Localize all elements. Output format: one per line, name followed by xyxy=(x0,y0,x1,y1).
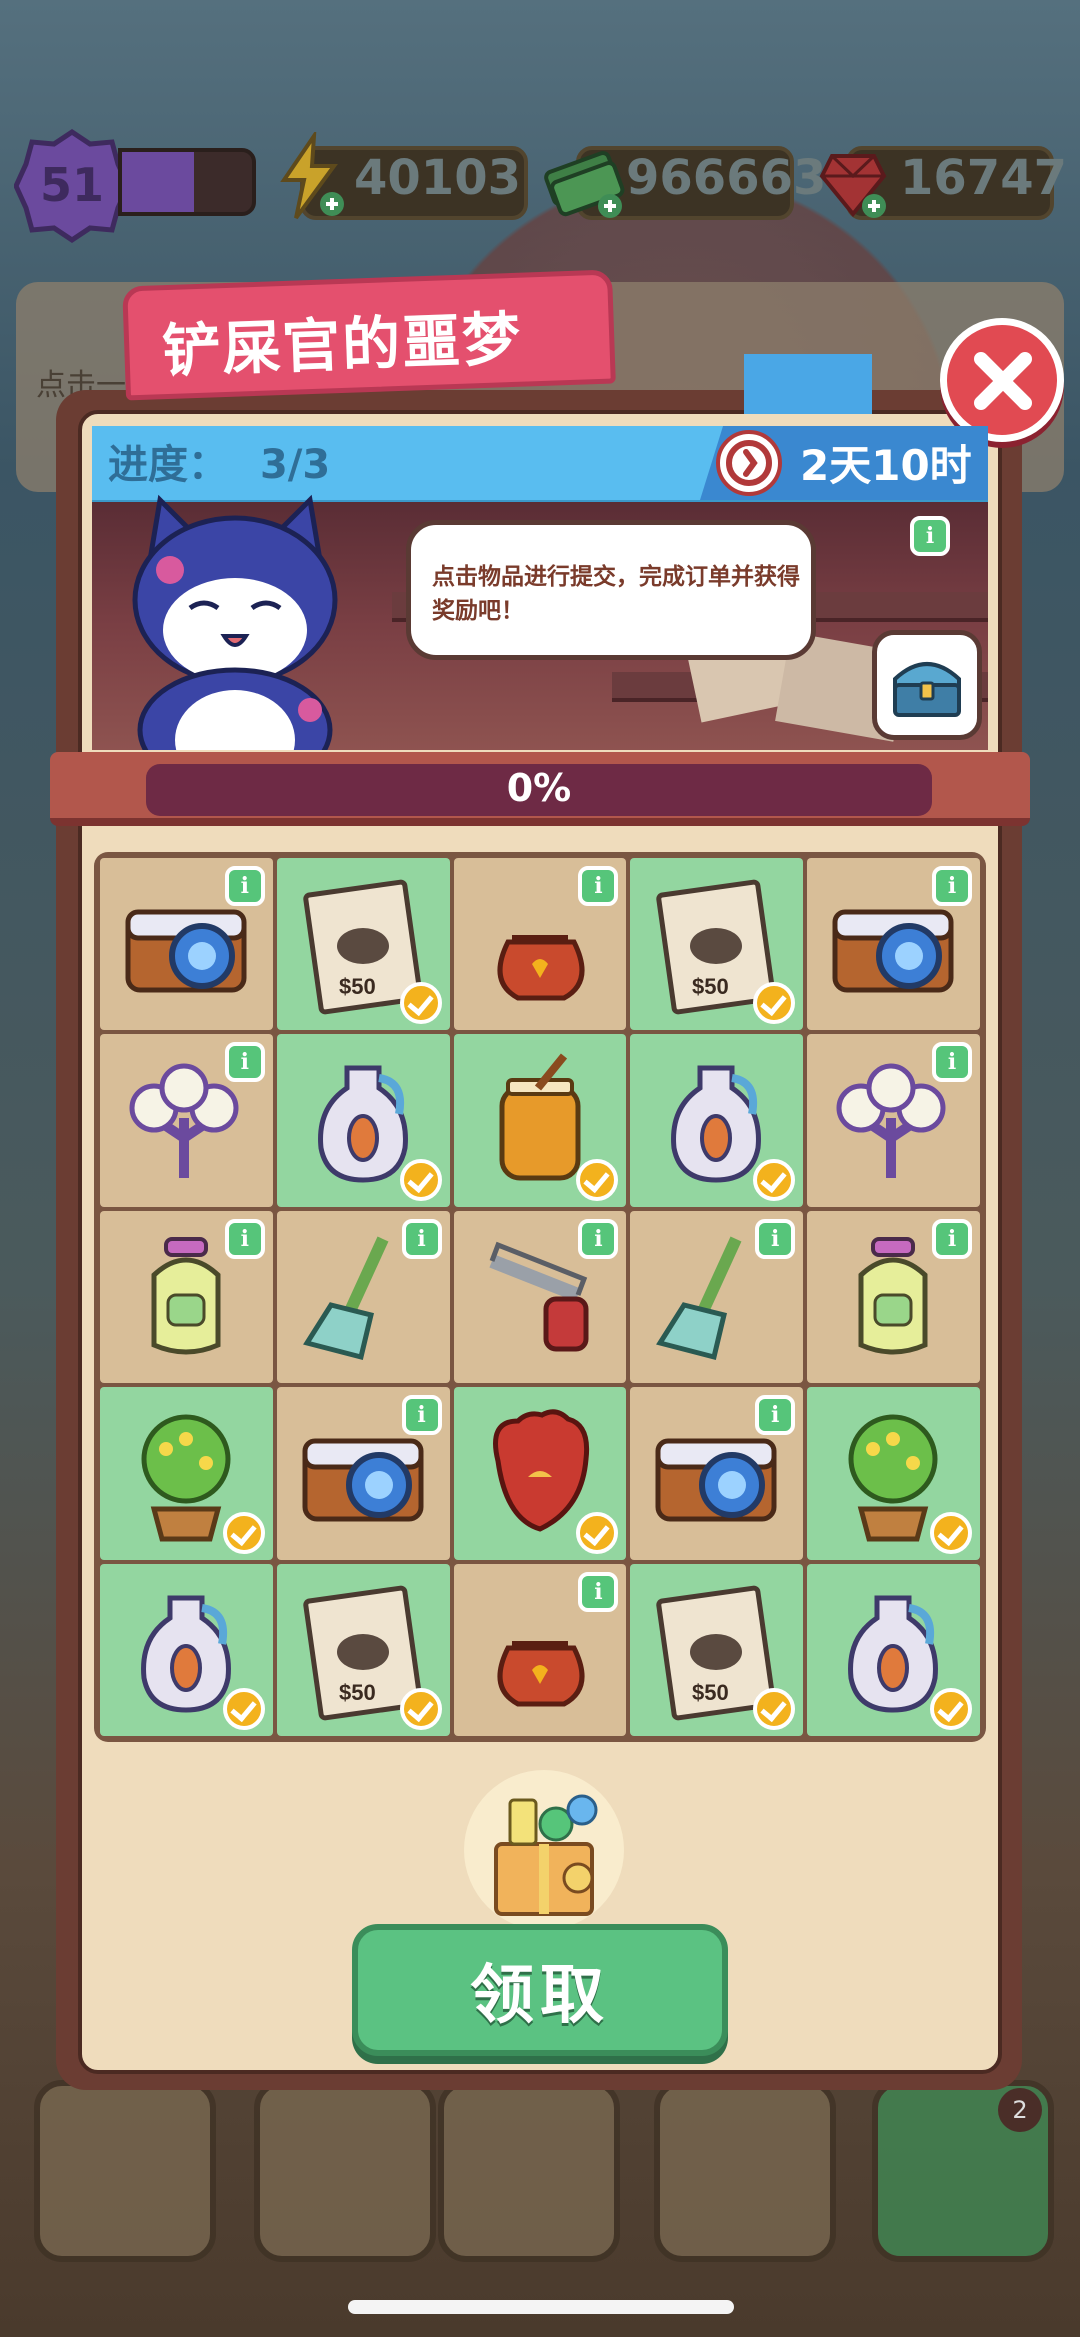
grid-cell[interactable]: i xyxy=(630,1387,804,1560)
treasure-chest-icon xyxy=(893,662,961,717)
shop-button-bg xyxy=(654,2080,836,2262)
gem-value: 16747 xyxy=(900,150,1067,206)
item-info-icon[interactable]: i xyxy=(578,1571,619,1612)
xp-bar xyxy=(118,148,256,216)
close-button[interactable] xyxy=(940,318,1064,442)
grid-cell[interactable] xyxy=(453,1387,627,1560)
bag-button-bg xyxy=(254,2080,436,2262)
progress-percent: 0% xyxy=(506,766,572,810)
item-info-icon[interactable]: i xyxy=(578,866,619,906)
grid-cell[interactable] xyxy=(807,1563,980,1736)
order-item-grid: i $50 i $50 i i i i i i i i i i $50 i $50 xyxy=(94,852,986,1742)
home-indicator[interactable] xyxy=(348,2300,734,2314)
grid-cell[interactable]: $50 xyxy=(276,1563,450,1736)
grid-cell[interactable]: i xyxy=(453,1210,627,1384)
item-info-icon[interactable]: i xyxy=(755,1395,796,1436)
ruby-gem-icon xyxy=(819,154,887,218)
cat-character-icon xyxy=(132,494,338,750)
progress-label-text: 进度： xyxy=(108,442,228,488)
dialog-title: 铲屎官的噩梦 xyxy=(161,304,524,386)
item-info-icon[interactable]: i xyxy=(932,1218,972,1259)
cash-value: 966663 xyxy=(626,150,827,206)
checkmark-icon xyxy=(576,1511,619,1554)
item-info-icon[interactable]: i xyxy=(755,1218,796,1259)
svg-text:$50: $50 xyxy=(339,974,376,999)
grid-cell[interactable]: i xyxy=(100,858,273,1031)
progress-count: 3/3 xyxy=(259,442,331,488)
checkmark-icon xyxy=(930,1511,972,1554)
svg-text:$50: $50 xyxy=(692,1680,729,1705)
checkmark-icon xyxy=(753,982,796,1025)
item-info-icon[interactable]: i xyxy=(401,1395,442,1436)
back-button-bg xyxy=(34,2080,216,2262)
grid-cell[interactable]: i xyxy=(100,1210,273,1384)
svg-text:$50: $50 xyxy=(339,1680,376,1705)
energy-value: 40103 xyxy=(354,150,521,206)
item-info-icon[interactable]: i xyxy=(932,1042,972,1083)
grid-cell[interactable]: $50 xyxy=(630,858,804,1031)
item-info-icon[interactable]: i xyxy=(224,1042,265,1083)
grid-cell[interactable]: i xyxy=(276,1387,450,1560)
reward-gift-box-icon xyxy=(464,1770,624,1930)
grid-cell[interactable] xyxy=(276,1034,450,1207)
item-info-icon[interactable]: i xyxy=(224,1218,265,1259)
grid-cell[interactable] xyxy=(807,1387,980,1560)
item-info-icon[interactable]: i xyxy=(578,1218,619,1259)
xp-bar-fill xyxy=(122,152,194,212)
grid-cell[interactable] xyxy=(630,1034,804,1207)
collection-button-bg xyxy=(438,2080,620,2262)
event-timer: 2天10时 xyxy=(800,441,972,490)
grid-cell[interactable]: i xyxy=(453,1563,627,1736)
checkmark-icon xyxy=(222,1687,265,1730)
svg-text:$50: $50 xyxy=(692,974,729,999)
grid-cell[interactable]: $50 xyxy=(276,858,450,1031)
item-info-icon[interactable]: i xyxy=(401,1218,442,1259)
checkmark-icon xyxy=(399,982,442,1025)
grid-cell[interactable]: i xyxy=(453,858,627,1031)
notification-badge: 2 xyxy=(998,2088,1042,2132)
reward-chest-button[interactable] xyxy=(872,630,982,740)
item-info-icon[interactable]: i xyxy=(224,866,265,906)
claim-button-label: 领取 xyxy=(470,1959,610,2033)
progress-label: 进度： 3/3 xyxy=(108,432,330,490)
checkmark-icon xyxy=(222,1511,265,1554)
checkmark-icon xyxy=(399,1687,442,1730)
grid-cell[interactable]: i xyxy=(807,858,980,1031)
checkmark-icon xyxy=(576,1158,619,1201)
cash-stack-icon xyxy=(544,151,625,218)
grid-cell[interactable]: i xyxy=(276,1210,450,1384)
item-info-icon[interactable]: i xyxy=(932,866,972,906)
close-icon xyxy=(974,352,1032,410)
grid-cell[interactable] xyxy=(100,1387,273,1560)
lightning-energy-icon xyxy=(280,132,344,220)
grid-cell[interactable] xyxy=(100,1563,273,1736)
grid-cell[interactable]: $50 xyxy=(630,1563,804,1736)
player-level: 51 xyxy=(39,158,104,212)
checkmark-icon xyxy=(753,1687,796,1730)
checkmark-icon xyxy=(399,1158,442,1201)
grid-cell[interactable]: i xyxy=(630,1210,804,1384)
grid-cell[interactable]: i xyxy=(807,1034,980,1207)
dialog-top-tab xyxy=(744,354,872,414)
checkmark-icon xyxy=(930,1687,972,1730)
checkmark-icon xyxy=(753,1158,796,1201)
grid-cell[interactable]: i xyxy=(807,1210,980,1384)
grid-cell[interactable] xyxy=(453,1034,627,1207)
clock-icon xyxy=(716,430,782,496)
event-info-icon[interactable]: i xyxy=(910,516,950,556)
hint-text: 点击物品进行提交，完成订单并获得奖励吧！ xyxy=(432,564,800,624)
grid-cell[interactable]: i xyxy=(100,1034,273,1207)
